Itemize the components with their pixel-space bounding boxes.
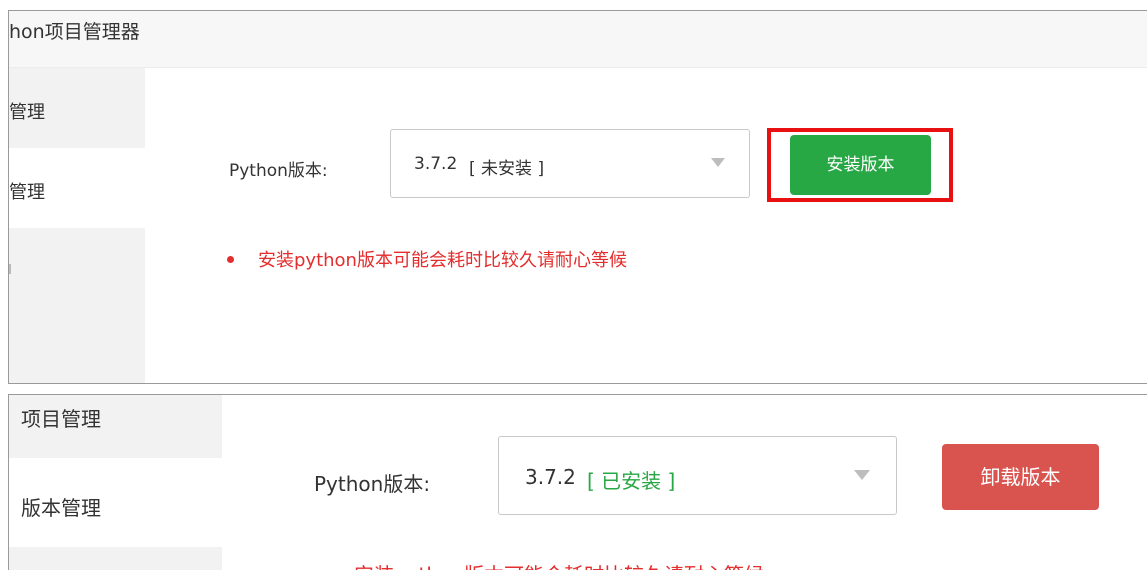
window-header: hon项目管理器: [9, 11, 1147, 68]
sidebar-item-label: 管理: [9, 102, 45, 123]
python-version-select[interactable]: 3.7.2 [ 已安装 ]: [498, 436, 897, 515]
uninstall-version-button[interactable]: 卸载版本: [942, 444, 1099, 510]
selected-version: 3.7.2: [525, 465, 576, 489]
install-version-button[interactable]: 安装版本: [790, 135, 931, 195]
sidebar-item-label: 管理: [9, 182, 45, 203]
sidebar-item-fragment: [9, 264, 11, 274]
sidebar: 管理 管理: [9, 68, 145, 383]
top-panel: hon项目管理器 管理 管理 Python版本: 3.7.2 [ 未安装 ] 安…: [8, 10, 1147, 384]
version-status: [ 未安装 ]: [469, 159, 545, 179]
sidebar-item-extra[interactable]: [9, 547, 222, 570]
sidebar-item-project-manage[interactable]: 项目管理: [9, 395, 222, 458]
bottom-panel: 项目管理 版本管理 Python版本: 3.7.2 [ 已安装 ] 卸载版本 安…: [8, 394, 1147, 570]
sidebar-item-version-manage[interactable]: 管理: [9, 148, 145, 228]
python-version-label: Python版本:: [314, 472, 431, 496]
bullet-dot: [227, 256, 234, 263]
chevron-down-icon: [854, 470, 870, 480]
sidebar-item-project-manage[interactable]: 管理: [9, 68, 145, 148]
sidebar-item-version-manage[interactable]: 版本管理: [9, 458, 222, 547]
sidebar-item-label: 项目管理: [21, 407, 101, 431]
chevron-down-icon: [711, 158, 725, 167]
install-note: 安装python版本可能会耗时比较久请耐心等候: [258, 250, 627, 271]
version-status-installed: [ 已安装 ]: [587, 469, 676, 493]
window-title: hon项目管理器: [9, 21, 140, 43]
sidebar-item-label: 版本管理: [21, 496, 101, 520]
install-note: 安装python版本可能会耗时比较久请耐心等候: [354, 559, 764, 570]
sidebar-item-extra[interactable]: [9, 228, 145, 383]
python-version-select[interactable]: 3.7.2 [ 未安装 ]: [390, 129, 750, 198]
selected-version: 3.7.2: [414, 154, 458, 174]
python-version-label: Python版本:: [229, 161, 328, 181]
